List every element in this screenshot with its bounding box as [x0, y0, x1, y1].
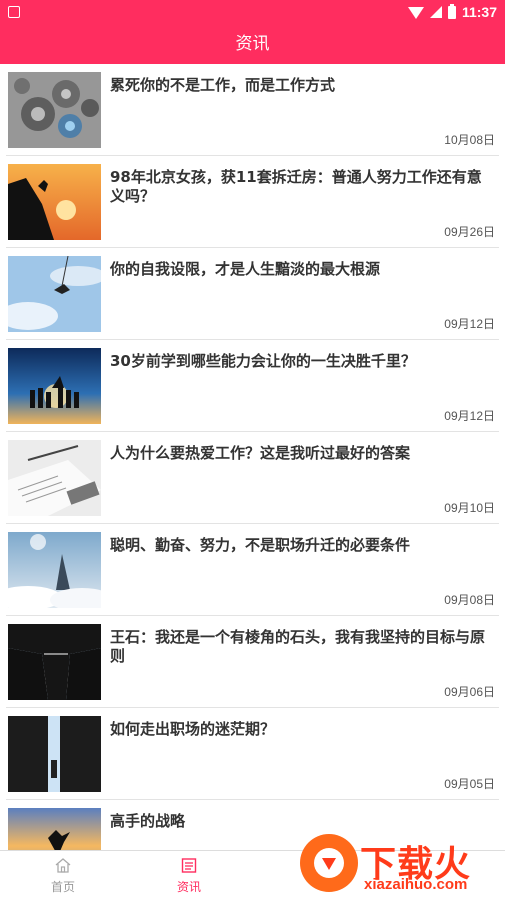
article-list[interactable]: 累死你的不是工作，而是工作方式 10月08日 98年北京女孩，获11套拆迁房：普… [0, 64, 505, 850]
article-date: 09月26日 [444, 225, 495, 239]
article-date: 09月05日 [444, 777, 495, 791]
news-icon [181, 858, 197, 873]
article-date: 09月10日 [444, 501, 495, 515]
list-item[interactable]: 王石：我还是一个有棱角的石头，我有我坚持的目标与原则 09月06日 [6, 616, 499, 708]
article-thumbnail [8, 256, 101, 332]
article-title: 聪明、勤奋、努力，不是职场升迁的必要条件 [110, 536, 411, 554]
article-date: 09月12日 [444, 409, 495, 423]
tab-news[interactable]: 资讯 [159, 851, 219, 899]
article-title: 王石：我还是一个有棱角的石头，我有我坚持的目标与原则 [110, 628, 486, 665]
tab-label: 首页 [50, 880, 75, 894]
home-icon [55, 858, 71, 873]
signal-icon [429, 6, 442, 18]
article-thumbnail [8, 440, 101, 516]
list-item[interactable]: 98年北京女孩，获11套拆迁房：普通人努力工作还有意义吗？ 09月26日 [6, 156, 499, 248]
article-thumbnail [8, 808, 101, 850]
article-date: 09月08日 [444, 593, 495, 607]
list-item[interactable]: 你的自我设限，才是人生黯淡的最大根源 09月12日 [6, 248, 499, 340]
list-item[interactable]: 如何走出职场的迷茫期？ 09月05日 [6, 708, 499, 800]
flame-logo-icon [300, 834, 358, 892]
tab-home[interactable]: 首页 [33, 851, 93, 899]
article-thumbnail [8, 624, 101, 700]
list-item[interactable]: 30岁前学到哪些能力会让你的一生决胜千里？ 09月12日 [6, 340, 499, 432]
article-thumbnail [8, 164, 101, 240]
list-item[interactable]: 聪明、勤奋、努力，不是职场升迁的必要条件 09月08日 [6, 524, 499, 616]
watermark: 下载火 xiazaihuo.com [298, 832, 503, 897]
article-thumbnail [8, 716, 101, 792]
article-title: 累死你的不是工作，而是工作方式 [110, 76, 336, 94]
tab-label: 资讯 [176, 880, 201, 894]
notification-icon [8, 6, 20, 18]
article-thumbnail [8, 532, 101, 608]
article-thumbnail [8, 348, 101, 424]
article-title: 98年北京女孩，获11套拆迁房：普通人努力工作还有意义吗？ [110, 168, 482, 205]
wifi-icon [407, 7, 424, 19]
article-title: 高手的战略 [110, 812, 186, 830]
status-time: 11:37 [461, 4, 497, 20]
page-title: 资讯 [0, 24, 505, 64]
article-title: 你的自我设限，才是人生黯淡的最大根源 [110, 260, 381, 278]
article-title: 30岁前学到哪些能力会让你的一生决胜千里？ [110, 352, 416, 370]
list-item[interactable]: 人为什么要热爱工作？这是我听过最好的答案 09月10日 [6, 432, 499, 524]
article-date: 09月06日 [444, 685, 495, 699]
article-title: 如何走出职场的迷茫期？ [110, 720, 276, 738]
article-date: 09月12日 [444, 317, 495, 331]
watermark-url: xiazaihuo.com [364, 876, 468, 893]
list-item[interactable]: 累死你的不是工作，而是工作方式 10月08日 [6, 64, 499, 156]
battery-icon [447, 3, 456, 19]
article-title: 人为什么要热爱工作？这是我听过最好的答案 [110, 444, 411, 462]
article-date: 10月08日 [444, 133, 495, 147]
status-bar: 11:37 [0, 0, 505, 24]
article-thumbnail [8, 72, 101, 148]
